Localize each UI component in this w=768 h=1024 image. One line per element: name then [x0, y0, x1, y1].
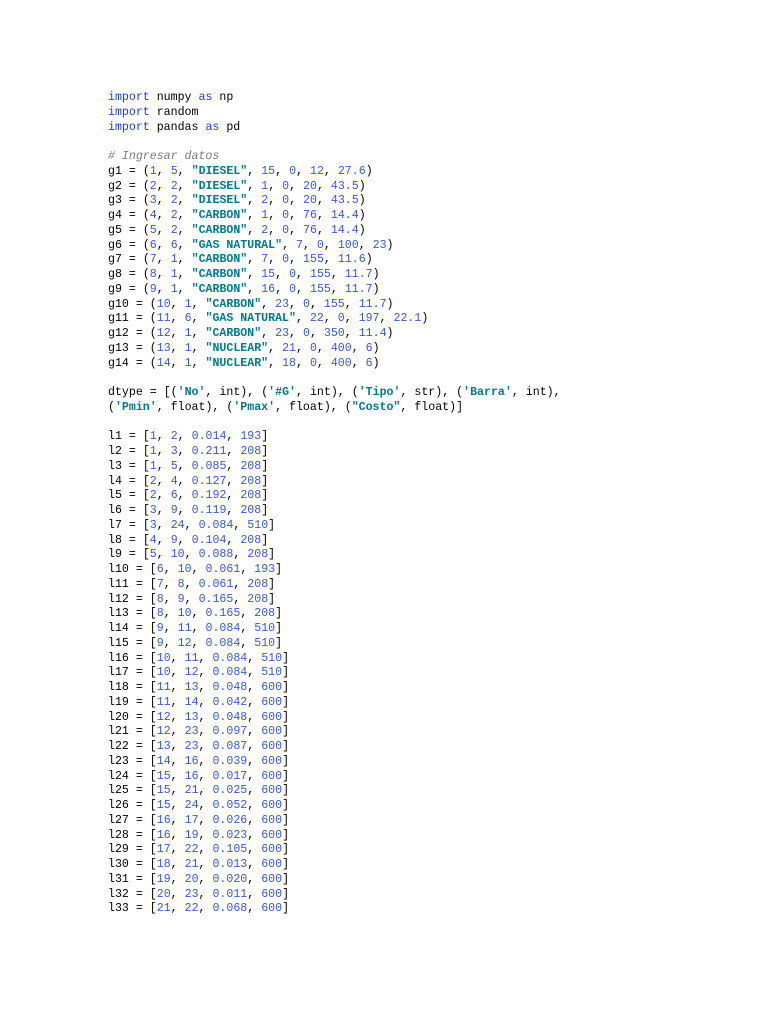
- code-line: l32 = [20, 23, 0.011, 600]: [108, 887, 290, 901]
- code-line: l25 = [15, 21, 0.025, 600]: [108, 784, 290, 798]
- code-line: l30 = [18, 21, 0.013, 600]: [108, 858, 290, 871]
- code-line: g10 = (10, 1, "CARBON", 23, 0, 155, 11.7…: [108, 297, 394, 311]
- code-line: l20 = [12, 13, 0.048, 600]: [108, 710, 290, 724]
- code-line: g2 = (2, 2, "DIESEL", 1, 0, 20, 43.5): [108, 179, 366, 193]
- code-line: import pandas as pd: [108, 120, 241, 134]
- code-line: l11 = [7, 8, 0.061, 208]: [108, 577, 276, 591]
- code-line: l9 = [5, 10, 0.088, 208]: [108, 548, 276, 562]
- code-line: l28 = [16, 19, 0.023, 600]: [108, 828, 290, 842]
- code-line: l2 = [1, 3, 0.211, 208]: [108, 445, 269, 458]
- code-line: l6 = [3, 9, 0.119, 208]: [108, 504, 269, 517]
- code-line: l23 = [14, 16, 0.039, 600]: [108, 754, 290, 768]
- code-line: l16 = [10, 11, 0.084, 510]: [108, 651, 290, 665]
- code-line: g1 = (1, 5, "DIESEL", 15, 0, 12, 27.6): [108, 164, 373, 178]
- code-line: l22 = [13, 23, 0.087, 600]: [108, 740, 290, 753]
- code-line: l8 = [4, 9, 0.104, 208]: [108, 533, 269, 547]
- code-line: l3 = [1, 5, 0.085, 208]: [108, 459, 269, 473]
- code-line: l5 = [2, 6, 0.192, 208]: [108, 489, 269, 503]
- code-line: l24 = [15, 16, 0.017, 600]: [108, 769, 290, 783]
- code-line: l33 = [21, 22, 0.068, 600]: [108, 902, 290, 916]
- code-line: l26 = [15, 24, 0.052, 600]: [108, 799, 290, 812]
- code-line: g12 = (12, 1, "CARBON", 23, 0, 350, 11.4…: [108, 327, 394, 340]
- code-line: dtype = [('No', int), ('#G', int), ('Tip…: [108, 386, 561, 399]
- code-line: l15 = [9, 12, 0.084, 510]: [108, 636, 283, 650]
- code-line: g4 = (4, 2, "CARBON", 1, 0, 76, 14.4): [108, 209, 366, 222]
- code-line: l17 = [10, 12, 0.084, 510]: [108, 666, 290, 680]
- code-line: l1 = [1, 2, 0.014, 193]: [108, 430, 269, 444]
- code-line: l19 = [11, 14, 0.042, 600]: [108, 695, 290, 709]
- code-line: g6 = (6, 6, "GAS NATURAL", 7, 0, 100, 23…: [108, 238, 394, 252]
- code-line: l12 = [8, 9, 0.165, 208]: [108, 592, 276, 606]
- code-line: g3 = (3, 2, "DIESEL", 2, 0, 20, 43.5): [108, 194, 366, 208]
- code-line: ('Pmin', float), ('Pmax', float), ("Cost…: [108, 400, 464, 414]
- code-line: # Ingresar datos: [108, 150, 220, 163]
- code-line: g8 = (8, 1, "CARBON", 15, 0, 155, 11.7): [108, 268, 380, 281]
- code-line: g13 = (13, 1, "NUCLEAR", 21, 0, 400, 6): [108, 341, 380, 355]
- code-line: l29 = [17, 22, 0.105, 600]: [108, 843, 290, 857]
- code-listing: import numpy as np import random import pa…: [108, 91, 561, 917]
- code-line: l14 = [9, 11, 0.084, 510]: [108, 622, 283, 635]
- code-line: l13 = [8, 10, 0.165, 208]: [108, 607, 283, 621]
- code-line: l10 = [6, 10, 0.061, 193]: [108, 563, 283, 576]
- code-line: g5 = (5, 2, "CARBON", 2, 0, 76, 14.4): [108, 223, 366, 237]
- code-line: import random: [108, 105, 199, 119]
- code-line: l21 = [12, 23, 0.097, 600]: [108, 725, 290, 739]
- code-line: l31 = [19, 20, 0.020, 600]: [108, 872, 290, 886]
- code-line: l4 = [2, 4, 0.127, 208]: [108, 474, 269, 488]
- code-line: import numpy as np: [108, 91, 234, 104]
- code-line: g11 = (11, 6, "GAS NATURAL", 22, 0, 197,…: [108, 312, 429, 326]
- code-line: l18 = [11, 13, 0.048, 600]: [108, 681, 290, 694]
- code-line: g14 = (14, 1, "NUCLEAR", 18, 0, 400, 6): [108, 356, 380, 370]
- code-line: g7 = (7, 1, "CARBON", 7, 0, 155, 11.6): [108, 253, 373, 267]
- code-line: l7 = [3, 24, 0.084, 510]: [108, 518, 276, 532]
- code-line: l27 = [16, 17, 0.026, 600]: [108, 813, 290, 827]
- code-line: g9 = (9, 1, "CARBON", 16, 0, 155, 11.7): [108, 282, 380, 296]
